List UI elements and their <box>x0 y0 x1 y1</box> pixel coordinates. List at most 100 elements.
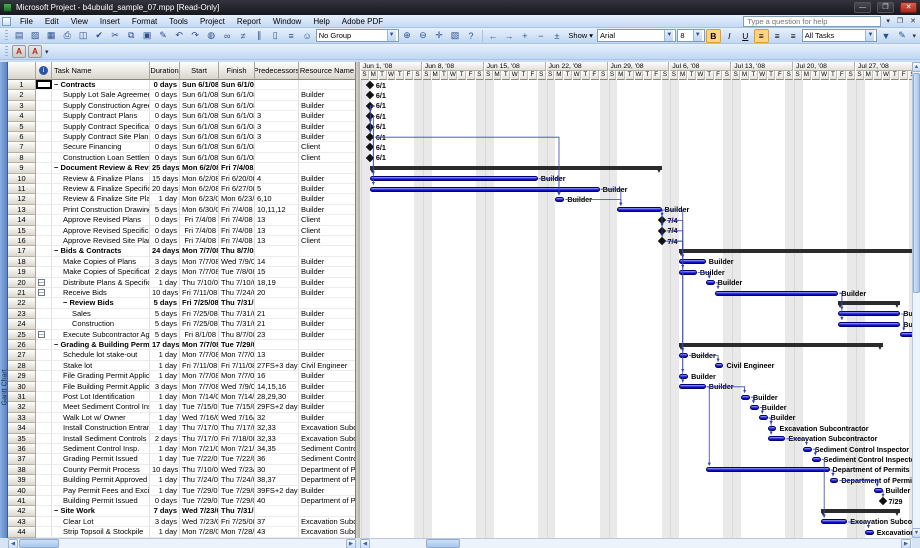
info-cell[interactable] <box>36 465 52 474</box>
doc-close-icon[interactable]: ✕ <box>908 17 918 25</box>
finish-cell[interactable]: Thu 7/31/08 <box>219 298 255 307</box>
duration-cell[interactable]: 2 days <box>150 267 180 276</box>
row-number[interactable]: 3 <box>8 101 36 111</box>
start-cell[interactable]: Mon 6/30/08 <box>180 205 219 214</box>
info-cell[interactable] <box>36 153 52 162</box>
column-header-res[interactable]: Resource Name <box>299 62 356 80</box>
finish-cell[interactable]: Wed 7/23/08 <box>219 465 255 474</box>
row-number[interactable]: 28 <box>8 361 36 371</box>
day-label[interactable]: S <box>856 71 864 80</box>
paste-icon[interactable]: ▣ <box>140 29 155 43</box>
info-cell[interactable] <box>36 142 52 151</box>
row-number[interactable]: 37 <box>8 454 36 464</box>
resource-cell[interactable]: Builder <box>299 382 356 391</box>
day-label[interactable]: T <box>458 71 466 80</box>
duration-cell[interactable]: 0 days <box>150 496 180 505</box>
day-label[interactable]: S <box>423 71 431 80</box>
predecessors-cell[interactable]: 14 <box>255 257 299 266</box>
hscroll-thumb[interactable] <box>19 539 59 548</box>
duration-cell[interactable]: 5 days <box>150 298 180 307</box>
task-name-cell[interactable]: − Contracts <box>52 80 150 89</box>
day-label[interactable]: T <box>644 71 652 80</box>
resource-cell[interactable]: Sediment Control Inspector <box>299 444 356 453</box>
predecessors-cell[interactable]: 13 <box>255 215 299 224</box>
resource-cell[interactable]: Builder <box>299 174 356 183</box>
day-label[interactable]: F <box>776 71 784 80</box>
info-cell[interactable] <box>36 506 52 515</box>
minimize-button[interactable]: — <box>854 2 871 13</box>
task-name-cell[interactable]: Supply Construction Agreement <box>52 101 150 110</box>
start-cell[interactable]: Wed 7/23/08 <box>180 517 219 526</box>
column-header-duration[interactable]: Duration <box>150 62 180 80</box>
row-number[interactable]: 19 <box>8 267 36 277</box>
day-label[interactable]: F <box>715 71 723 80</box>
predecessors-cell[interactable] <box>255 246 299 255</box>
start-cell[interactable]: Wed 7/23/08 <box>180 506 219 515</box>
resource-cell[interactable]: Builder <box>299 413 356 422</box>
duration-cell[interactable]: 0 days <box>150 90 180 99</box>
duration-cell[interactable]: 0 days <box>150 215 180 224</box>
start-cell[interactable]: Fri 7/11/08 <box>180 361 219 370</box>
start-cell[interactable]: Mon 7/7/08 <box>180 350 219 359</box>
resource-cell[interactable]: Builder <box>299 371 356 380</box>
resize-corner[interactable] <box>912 538 920 548</box>
start-cell[interactable]: Thu 7/10/08 <box>180 465 219 474</box>
day-label[interactable]: M <box>617 71 625 80</box>
duration-cell[interactable]: 3 days <box>150 257 180 266</box>
task-name-cell[interactable]: File Grading Permit Application <box>52 371 150 380</box>
copy-icon[interactable]: ⧉ <box>124 29 139 43</box>
column-header-info[interactable]: i <box>36 62 52 80</box>
day-label[interactable]: S <box>794 71 802 80</box>
row-number[interactable]: 17 <box>8 246 36 256</box>
menu-report[interactable]: Report <box>231 16 267 27</box>
row-number[interactable]: 24 <box>8 319 36 329</box>
start-cell[interactable]: Mon 7/14/08 <box>180 392 219 401</box>
filter-combo[interactable]: All Tasks▼ <box>802 29 878 42</box>
print-icon[interactable]: ⎙ <box>60 29 75 43</box>
resource-cell[interactable]: Excavation Subcontractor <box>299 527 356 536</box>
resource-cell[interactable]: Civil Engineer <box>299 361 356 370</box>
resource-cell[interactable]: Builder <box>299 101 356 110</box>
start-cell[interactable]: Mon 6/2/08 <box>180 174 219 183</box>
start-cell[interactable]: Sun 6/1/08 <box>180 132 219 141</box>
task-name-cell[interactable]: Sediment Control Insp. <box>52 444 150 453</box>
indent-icon[interactable]: → <box>501 29 516 43</box>
duration-cell[interactable]: 1 day <box>150 527 180 536</box>
row-number[interactable]: 27 <box>8 350 36 360</box>
week-label[interactable]: Jul 6, '08 <box>670 62 731 71</box>
day-label[interactable]: W <box>821 71 829 80</box>
task-name-cell[interactable]: Execute Subcontractor Agreements <box>52 330 150 339</box>
info-cell[interactable] <box>36 309 52 318</box>
copy-picture-icon[interactable]: ▧ <box>448 29 463 43</box>
info-cell[interactable] <box>36 298 52 307</box>
day-label[interactable]: M <box>555 71 563 80</box>
chevron-down-icon[interactable]: ▼ <box>865 30 874 41</box>
help-dropdown-icon[interactable]: ▾ <box>884 17 892 25</box>
info-cell[interactable] <box>36 475 52 484</box>
finish-cell[interactable]: Mon 7/7/08 <box>219 371 255 380</box>
finish-cell[interactable]: Fri 7/11/08 <box>219 361 255 370</box>
row-number[interactable]: 5 <box>8 122 36 132</box>
day-label[interactable]: W <box>635 71 643 80</box>
info-cell[interactable] <box>36 194 52 203</box>
start-cell[interactable]: Tue 7/29/08 <box>180 486 219 495</box>
split-task-icon[interactable]: ∥ <box>252 29 267 43</box>
predecessors-cell[interactable] <box>255 153 299 162</box>
row-number[interactable]: 41 <box>8 496 36 506</box>
predecessors-cell[interactable]: 6,10 <box>255 194 299 203</box>
duration-cell[interactable]: 1 day <box>150 454 180 463</box>
predecessors-cell[interactable]: 43 <box>255 527 299 536</box>
task-name-cell[interactable]: Supply Lot Sale Agreement <box>52 90 150 99</box>
finish-cell[interactable]: Fri 7/4/08 <box>219 226 255 235</box>
finish-cell[interactable]: Mon 7/28/08 <box>219 527 255 536</box>
predecessors-cell[interactable]: 15 <box>255 267 299 276</box>
day-label[interactable]: T <box>874 71 882 80</box>
day-label[interactable]: T <box>688 71 696 80</box>
duration-cell[interactable]: 0 days <box>150 111 180 120</box>
scroll-left-icon[interactable]: ◀ <box>360 539 370 548</box>
resource-cell[interactable] <box>299 246 356 255</box>
toolbar-options-icon[interactable]: ▾ <box>910 32 918 40</box>
finish-cell[interactable]: Fri 6/20/08 <box>219 174 255 183</box>
task-name-cell[interactable]: Make Copies of Plans <box>52 257 150 266</box>
predecessors-cell[interactable]: 29FS+2 days,28, <box>255 402 299 411</box>
